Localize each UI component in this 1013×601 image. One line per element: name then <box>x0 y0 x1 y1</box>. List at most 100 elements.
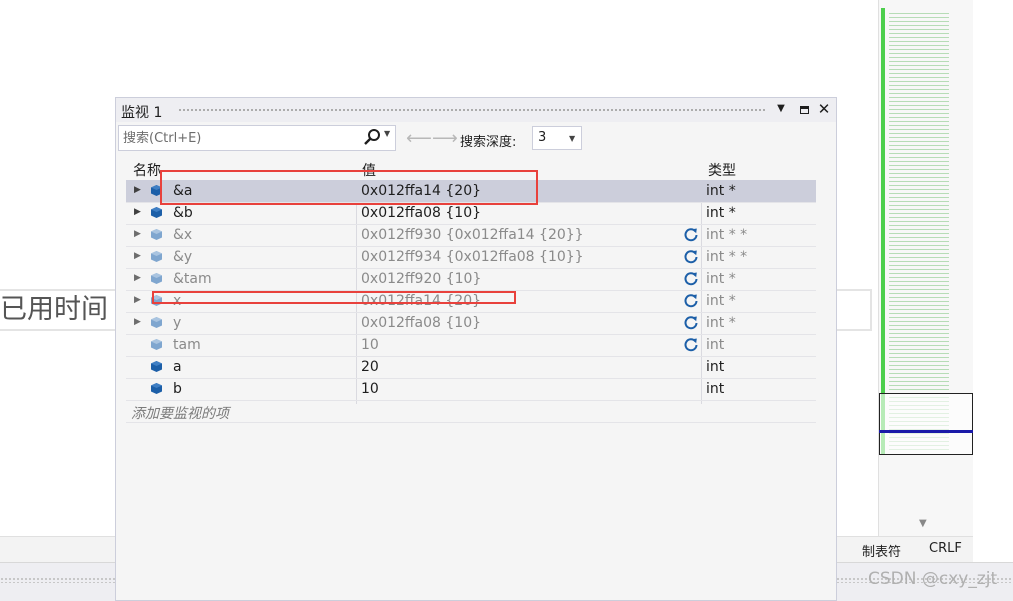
watch-row-type: int * <box>706 205 736 221</box>
refresh-icon[interactable] <box>683 271 699 287</box>
title-grip[interactable] <box>178 108 766 113</box>
watch-row-name[interactable]: &a <box>173 183 193 199</box>
forward-arrow-icon[interactable]: ⟶ <box>432 128 458 149</box>
column-header-name[interactable]: 名称 <box>133 160 161 180</box>
add-watch-row[interactable]: 添加要监视的项 <box>126 401 816 423</box>
add-watch-placeholder[interactable]: 添加要监视的项 <box>131 403 229 423</box>
refresh-icon[interactable] <box>683 249 699 265</box>
expand-arrow-icon[interactable]: ▶ <box>134 317 141 327</box>
scroll-down-icon[interactable]: ▼ <box>919 518 927 529</box>
search-box[interactable]: ▼ <box>118 125 396 151</box>
refresh-icon[interactable] <box>683 315 699 331</box>
watch-row-value[interactable]: 10 <box>361 381 379 397</box>
back-arrow-icon[interactable]: ⟵ <box>406 128 432 149</box>
variable-icon <box>151 383 162 394</box>
watch-row[interactable]: ▶ &tam 0x012ff920 {10} int * <box>126 269 816 291</box>
watch-title: 监视 1 <box>121 105 163 121</box>
watch-row-value[interactable]: 0x012ff930 {0x012ffa14 {20}} <box>361 227 584 243</box>
variable-icon <box>151 251 162 262</box>
variable-icon <box>151 361 162 372</box>
expand-arrow-icon[interactable]: ▶ <box>134 295 141 305</box>
refresh-icon[interactable] <box>683 293 699 309</box>
watermark: CSDN @cxy_zjt <box>868 569 998 589</box>
watch-row[interactable]: a 20 int <box>126 357 816 379</box>
right-margin <box>973 0 1013 601</box>
minimap-viewport[interactable] <box>879 393 973 455</box>
watch-row-value[interactable]: 10 <box>361 337 379 353</box>
watch-row-value[interactable]: 0x012ff934 {0x012ffa08 {10}} <box>361 249 584 265</box>
watch-row-type: int * <box>706 315 736 331</box>
watch-row-name[interactable]: b <box>173 381 182 397</box>
search-depth-select[interactable]: 3 ▼ <box>532 126 582 150</box>
line-ending-indicator[interactable]: CRLF <box>929 541 962 556</box>
variable-icon <box>151 317 162 328</box>
variable-icon <box>151 229 162 240</box>
watch-row[interactable]: b 10 int <box>126 379 816 401</box>
variable-icon <box>151 339 162 350</box>
watch-row-value[interactable]: 0x012ffa14 {20} <box>361 293 481 309</box>
watch-toolbar: ▼ ⟵ ⟶ 搜索深度: 3 ▼ <box>116 122 836 156</box>
column-header-type[interactable]: 类型 <box>708 160 736 180</box>
watch-row[interactable]: ▶ &b 0x012ffa08 {10} int * <box>126 203 816 225</box>
close-icon[interactable]: ✕ <box>816 101 832 117</box>
watch-row-value[interactable]: 0x012ffa08 {10} <box>361 205 481 221</box>
watch-rows: ▶ &a 0x012ffa14 {20} int * ▶ &b 0x012ffa08 {… <box>126 181 816 401</box>
watch-row[interactable]: ▶ &y 0x012ff934 {0x012ffa08 {10}} int * * <box>126 247 816 269</box>
code-minimap[interactable]: ▼ <box>878 0 973 536</box>
variable-icon <box>151 185 162 196</box>
minimap-code-lines <box>889 10 949 450</box>
variable-icon <box>151 295 162 306</box>
watch-row-type: int * * <box>706 249 748 265</box>
watch-row-value[interactable]: 0x012ff920 {10} <box>361 271 481 287</box>
watch-row-value[interactable]: 20 <box>361 359 379 375</box>
chevron-down-icon: ▼ <box>569 134 576 143</box>
refresh-icon[interactable] <box>683 227 699 243</box>
refresh-icon[interactable] <box>683 337 699 353</box>
watch-row-name[interactable]: tam <box>173 337 201 353</box>
grid-header: 名称 值 类型 <box>126 156 816 181</box>
elapsed-time-text: 已用时间 <box>0 294 108 325</box>
expand-arrow-icon[interactable]: ▶ <box>134 185 141 195</box>
watch-row-name[interactable]: &b <box>173 205 193 221</box>
watch-grid: 名称 值 类型 ▶ &a 0x012ffa14 {20} int * ▶ &b 0x01… <box>126 156 816 423</box>
variable-icon <box>151 273 162 284</box>
watch-row[interactable]: ▶ y 0x012ffa08 {10} int * <box>126 313 816 335</box>
minimap-caret-line <box>879 430 973 433</box>
search-input[interactable] <box>123 128 353 148</box>
watch-row-value[interactable]: 0x012ffa14 {20} <box>361 183 481 199</box>
watch-row-name[interactable]: &y <box>173 249 192 265</box>
expand-arrow-icon[interactable]: ▶ <box>134 229 141 239</box>
watch-window: 监视 1 ▼ ✕ ▼ ⟵ ⟶ 搜索深度: 3 ▼ 名称 值 类型 ▶ <box>115 97 837 601</box>
watch-row[interactable]: ▶ x 0x012ffa14 {20} int * <box>126 291 816 313</box>
watch-row-type: int * * <box>706 227 748 243</box>
expand-arrow-icon[interactable]: ▶ <box>134 207 141 217</box>
tab-mode-indicator[interactable]: 制表符 <box>862 541 901 560</box>
watch-title-bar[interactable]: 监视 1 ▼ ✕ <box>116 98 836 122</box>
minimap-change-bar <box>881 8 885 454</box>
watch-row-type: int <box>706 337 725 353</box>
watch-row-name[interactable]: &tam <box>173 271 212 287</box>
watch-row-value[interactable]: 0x012ffa08 {10} <box>361 315 481 331</box>
expand-arrow-icon[interactable]: ▶ <box>134 273 141 283</box>
watch-row-name[interactable]: a <box>173 359 182 375</box>
watch-row-type: int * <box>706 271 736 287</box>
watch-row-type: int * <box>706 293 736 309</box>
window-menu-icon[interactable]: ▼ <box>773 101 789 117</box>
search-depth-label: 搜索深度: <box>460 135 517 150</box>
variable-icon <box>151 207 162 218</box>
watch-row-name[interactable]: y <box>173 315 181 331</box>
search-options-dropdown-icon[interactable]: ▼ <box>384 129 390 138</box>
search-depth-value: 3 <box>538 130 547 145</box>
watch-row-type: int <box>706 359 725 375</box>
watch-row-type: int <box>706 381 725 397</box>
watch-row-name[interactable]: &x <box>173 227 192 243</box>
search-icon[interactable] <box>362 127 382 149</box>
maximize-icon[interactable] <box>796 101 812 117</box>
watch-row-type: int * <box>706 183 736 199</box>
watch-row[interactable]: tam 10 int <box>126 335 816 357</box>
column-header-value[interactable]: 值 <box>362 160 376 180</box>
watch-row[interactable]: ▶ &x 0x012ff930 {0x012ffa14 {20}} int * * <box>126 225 816 247</box>
expand-arrow-icon[interactable]: ▶ <box>134 251 141 261</box>
watch-row[interactable]: ▶ &a 0x012ffa14 {20} int * <box>126 181 816 203</box>
watch-row-name[interactable]: x <box>173 293 181 309</box>
